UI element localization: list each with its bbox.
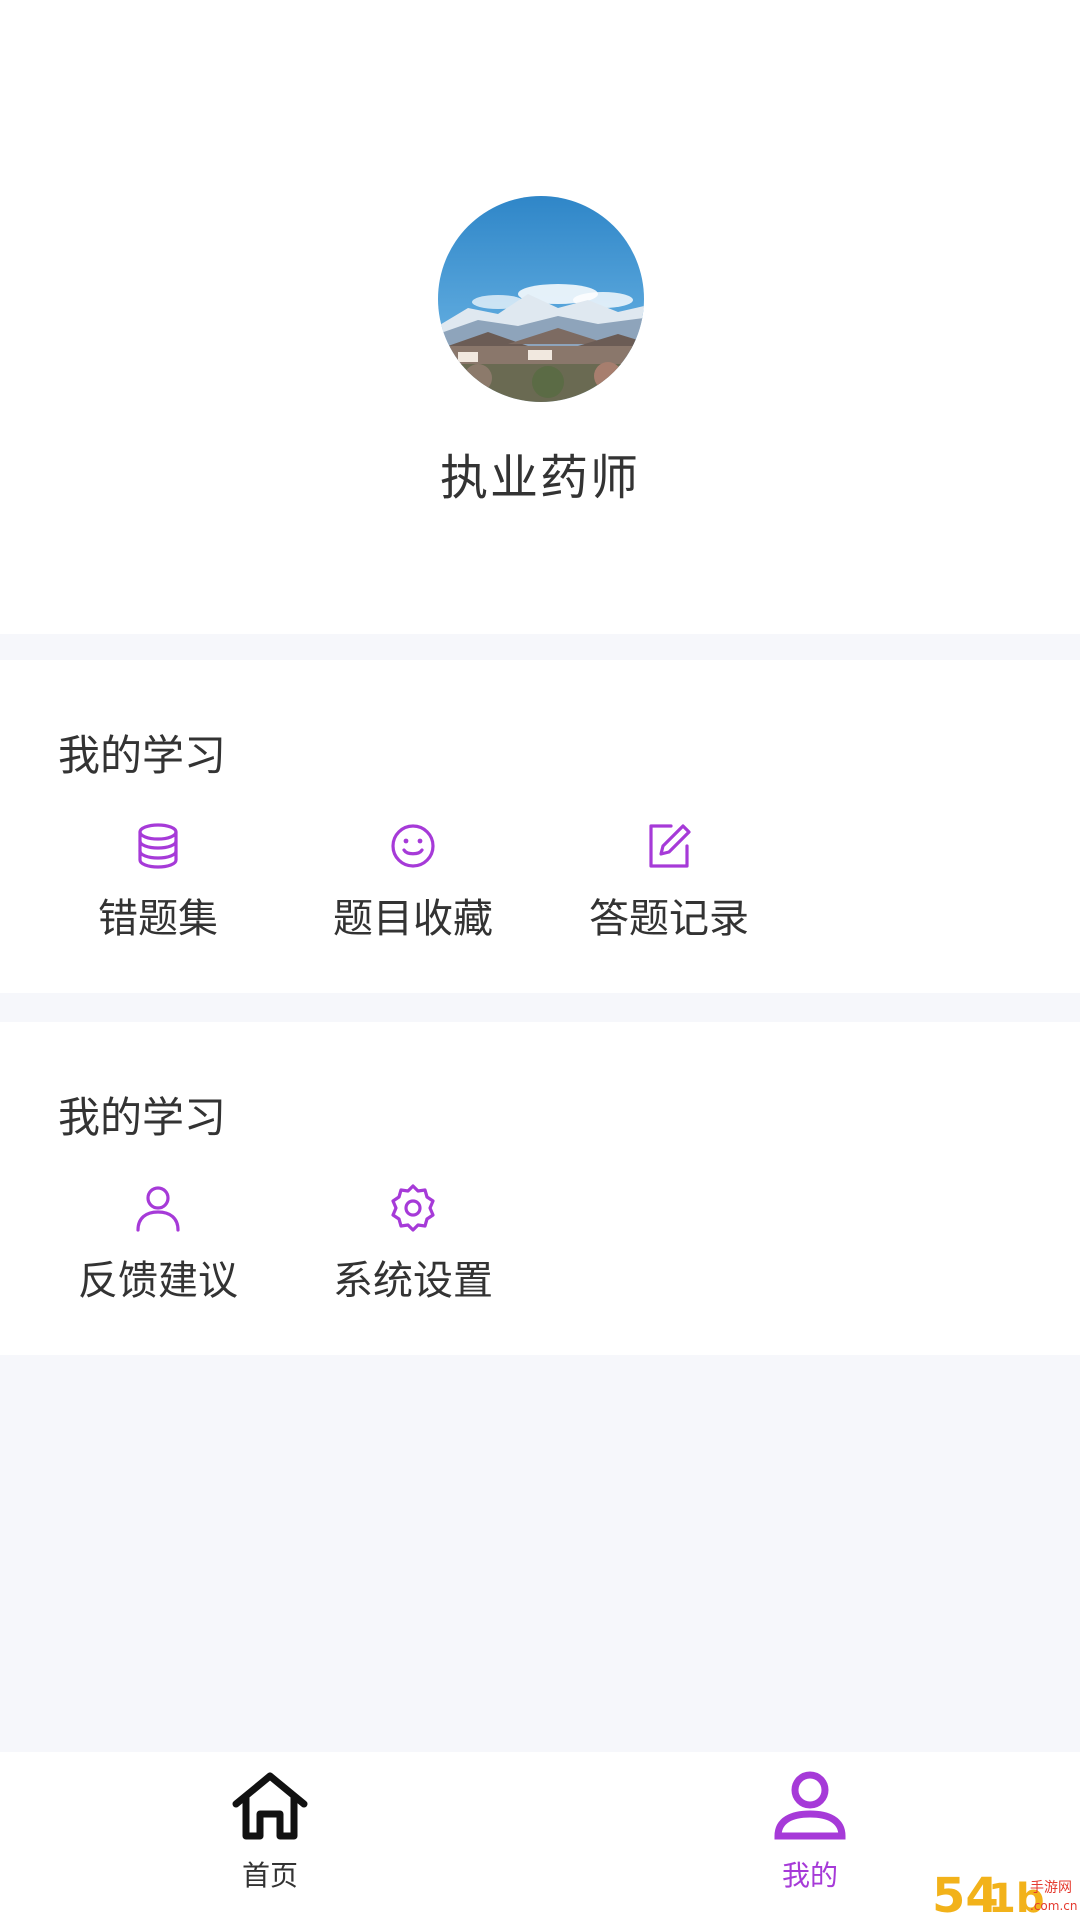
user-icon <box>136 1186 180 1232</box>
tile-label: 反馈建议 <box>78 1259 238 1303</box>
watermark-logo: 54 1b 手游网 .com.cn <box>932 1868 1077 1920</box>
profile-page: 执业药师 我的学习 错题集 题目收藏 答题记录 我的学习 反馈建议 系统设置 首… <box>0 0 1080 1920</box>
study-section: 我的学习 错题集 题目收藏 答题记录 <box>0 660 1080 993</box>
feedback-button[interactable]: 反馈建议 <box>58 1182 258 1322</box>
settings-section: 我的学习 反馈建议 系统设置 <box>0 1022 1080 1355</box>
avatar[interactable] <box>438 196 644 402</box>
database-icon <box>138 823 178 869</box>
tab-label: 首页 <box>241 1860 298 1891</box>
svg-text:手游网: 手游网 <box>1030 1880 1072 1896</box>
bottom-tab-bar: 首页 我的 <box>0 1752 1080 1920</box>
edit-icon <box>649 824 691 868</box>
avatar-landscape-image <box>438 196 644 402</box>
tab-label: 我的 <box>781 1860 838 1891</box>
user-icon <box>774 1771 846 1840</box>
system-settings-button[interactable]: 系统设置 <box>313 1182 513 1322</box>
tile-label: 题目收藏 <box>333 897 493 941</box>
wrong-questions-button[interactable]: 错题集 <box>58 820 258 960</box>
section-title: 我的学习 <box>58 732 227 779</box>
tile-label: 错题集 <box>98 897 218 941</box>
profile-name: 执业药师 <box>439 452 640 505</box>
smile-icon <box>391 824 435 868</box>
tile-label: 系统设置 <box>333 1259 493 1303</box>
favorites-button[interactable]: 题目收藏 <box>313 820 513 960</box>
home-icon <box>232 1772 308 1840</box>
tab-home[interactable]: 首页 <box>190 1770 350 1900</box>
answer-history-button[interactable]: 答题记录 <box>569 820 769 960</box>
tile-label: 答题记录 <box>589 897 749 941</box>
svg-text:.com.cn: .com.cn <box>1030 1899 1077 1913</box>
profile-header: 执业药师 <box>0 0 1080 634</box>
section-title: 我的学习 <box>58 1094 227 1141</box>
gear-icon <box>391 1184 435 1232</box>
tab-me[interactable]: 我的 <box>730 1770 890 1900</box>
